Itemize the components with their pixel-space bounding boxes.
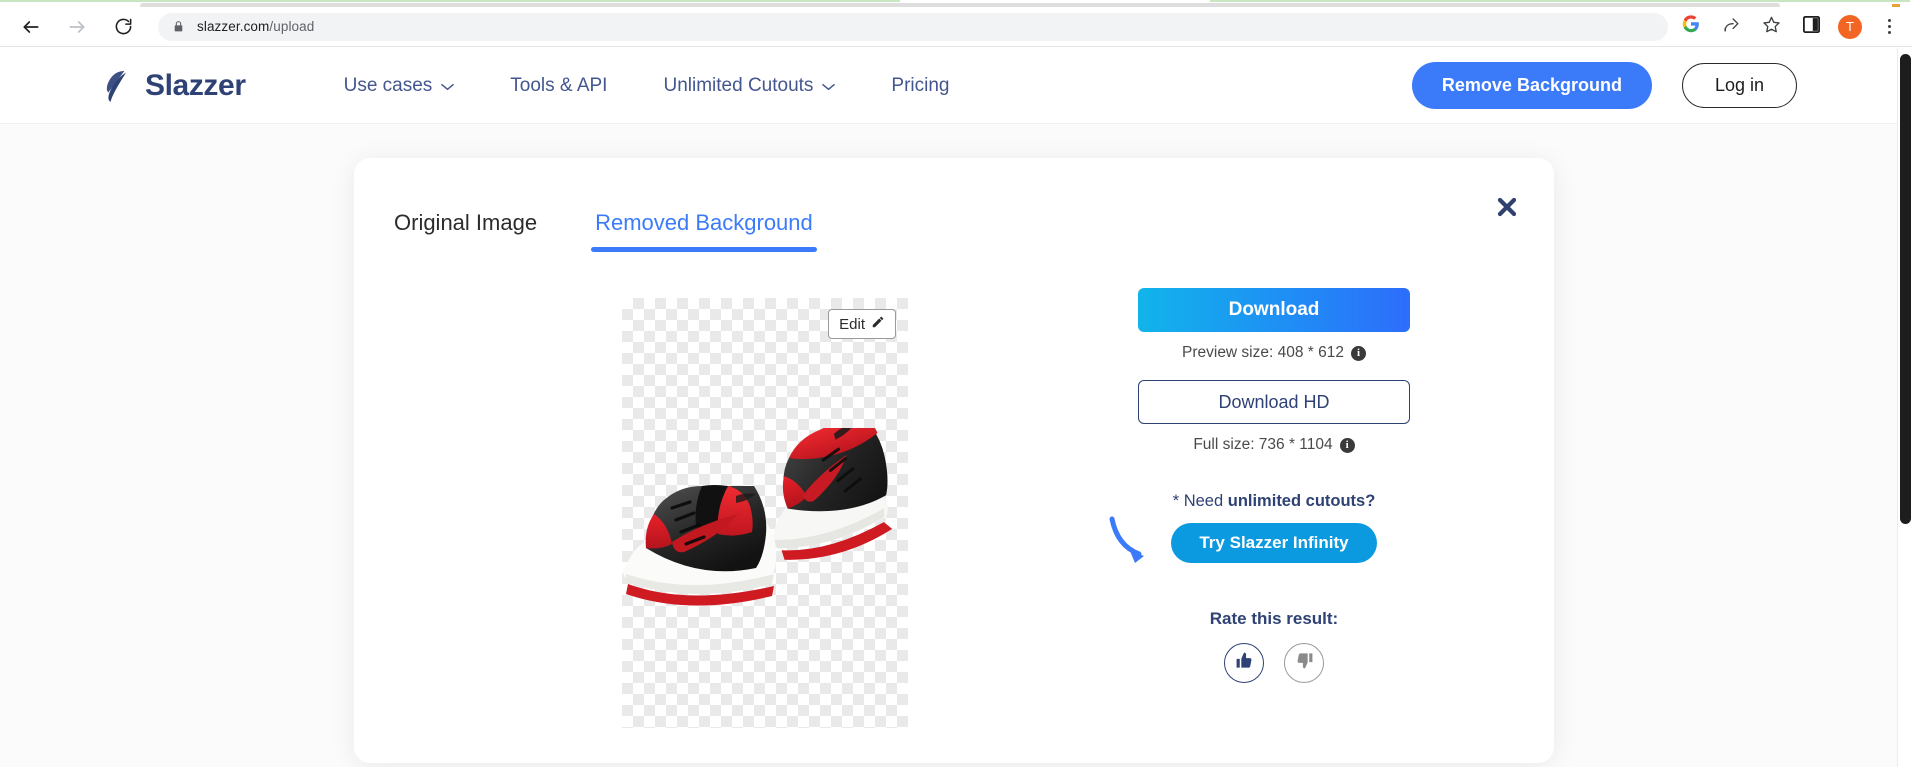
info-icon[interactable]: i bbox=[1350, 345, 1366, 361]
edit-button-label: Edit bbox=[839, 315, 865, 333]
need-bold-label: unlimited cutouts? bbox=[1227, 492, 1376, 510]
nav-label: Tools & API bbox=[510, 74, 608, 96]
address-bar-url: slazzer.com/upload bbox=[197, 19, 314, 34]
full-size-label: Full size: 736 * 1104 bbox=[1193, 436, 1333, 453]
pencil-icon bbox=[871, 315, 885, 333]
tab-strip-accent-mid bbox=[905, 0, 1205, 2]
action-panel: Download Preview size: 408 * 612 i Downl… bbox=[1064, 288, 1484, 683]
reload-icon bbox=[114, 17, 133, 36]
side-panel-icon bbox=[1802, 15, 1820, 38]
nav-item-use-cases[interactable]: Use cases bbox=[316, 75, 483, 97]
chevron-down-icon bbox=[441, 75, 455, 97]
scrollbar-thumb[interactable] bbox=[1900, 54, 1911, 524]
arrow-right-icon bbox=[67, 17, 87, 37]
thumbs-up-icon bbox=[1235, 651, 1254, 675]
star-icon bbox=[1762, 15, 1781, 39]
slazzer-logo-icon bbox=[96, 66, 136, 106]
close-button[interactable] bbox=[1492, 194, 1522, 224]
rate-buttons bbox=[1064, 643, 1484, 683]
nav-label: Pricing bbox=[891, 74, 950, 96]
thumbs-down-button[interactable] bbox=[1284, 643, 1324, 683]
preview-size-info: Preview size: 408 * 612 i bbox=[1064, 344, 1484, 362]
tab-strip-accent-right bbox=[1210, 0, 1910, 2]
preview-size-label: Preview size: 408 * 612 bbox=[1182, 344, 1344, 361]
google-account-button[interactable] bbox=[1678, 14, 1704, 40]
download-hd-button[interactable]: Download HD bbox=[1138, 380, 1410, 424]
page-viewport: Slazzer Use cases Tools & API Unlimited … bbox=[0, 48, 1912, 767]
brand-name: Slazzer bbox=[145, 68, 246, 102]
rate-result-title: Rate this result: bbox=[1209, 609, 1339, 628]
download-button[interactable]: Download bbox=[1138, 288, 1410, 332]
address-bar[interactable]: slazzer.com/upload bbox=[158, 12, 1668, 41]
page-scrollbar[interactable] bbox=[1897, 48, 1912, 767]
lock-icon bbox=[172, 19, 185, 34]
site-header: Slazzer Use cases Tools & API Unlimited … bbox=[0, 48, 1897, 124]
share-button[interactable] bbox=[1718, 14, 1744, 40]
result-card: Original Image Removed Background Edit D… bbox=[354, 158, 1554, 763]
nav-item-pricing[interactable]: Pricing bbox=[863, 75, 977, 97]
full-size-info: Full size: 736 * 1104 i bbox=[1064, 436, 1484, 454]
remove-background-button[interactable]: Remove Background bbox=[1411, 62, 1652, 109]
nav-item-tools-api[interactable]: Tools & API bbox=[482, 75, 635, 97]
login-button[interactable]: Log in bbox=[1681, 63, 1797, 108]
thumbs-up-button[interactable] bbox=[1224, 643, 1264, 683]
main-nav: Use cases Tools & API Unlimited Cutouts … bbox=[316, 75, 978, 97]
nav-label: Unlimited Cutouts bbox=[663, 74, 814, 96]
result-tabs: Original Image Removed Background bbox=[390, 210, 817, 252]
url-host: slazzer.com bbox=[197, 19, 270, 34]
brand-logo-link[interactable]: Slazzer bbox=[96, 66, 246, 106]
browser-menu-button[interactable] bbox=[1876, 14, 1902, 40]
browser-tab-strip bbox=[0, 0, 1912, 7]
unlimited-cutouts-prompt: * Need unlimited cutouts? bbox=[1064, 492, 1484, 511]
arrow-left-icon bbox=[21, 17, 41, 37]
side-panel-button[interactable] bbox=[1798, 14, 1824, 40]
google-icon bbox=[1682, 15, 1700, 38]
forward-button[interactable] bbox=[60, 10, 94, 44]
three-dot-menu-icon bbox=[1879, 19, 1899, 34]
need-prefix-label: * Need bbox=[1172, 492, 1228, 510]
tab-label: Original Image bbox=[394, 210, 538, 235]
curved-arrow-icon bbox=[1106, 513, 1152, 570]
nav-item-unlimited-cutouts[interactable]: Unlimited Cutouts bbox=[635, 75, 863, 97]
back-button[interactable] bbox=[14, 10, 48, 44]
tab-active-indicator bbox=[591, 247, 817, 252]
avatar[interactable]: T bbox=[1838, 14, 1862, 39]
tab-original-image[interactable]: Original Image bbox=[390, 210, 541, 252]
infinity-row: Try Slazzer Infinity bbox=[1064, 516, 1484, 563]
tab-removed-background[interactable]: Removed Background bbox=[591, 210, 817, 252]
tab-strip-accent-left bbox=[0, 0, 900, 2]
sneakers-image bbox=[623, 428, 893, 606]
toolbar-actions: T bbox=[1678, 14, 1902, 40]
chevron-down-icon bbox=[822, 75, 836, 97]
nav-label: Use cases bbox=[343, 74, 433, 96]
header-actions: Remove Background Log in bbox=[1411, 62, 1797, 109]
try-slazzer-infinity-button[interactable]: Try Slazzer Infinity bbox=[1171, 523, 1377, 563]
info-icon[interactable]: i bbox=[1339, 437, 1355, 453]
thumbs-down-icon bbox=[1295, 651, 1314, 675]
browser-toolbar: slazzer.com/upload T bbox=[0, 7, 1912, 47]
bookmark-button[interactable] bbox=[1758, 14, 1784, 40]
edit-button[interactable]: Edit bbox=[828, 309, 896, 339]
image-preview: Edit bbox=[622, 298, 908, 728]
reload-button[interactable] bbox=[106, 10, 140, 44]
url-path: /upload bbox=[269, 19, 315, 34]
share-icon bbox=[1722, 15, 1741, 39]
close-icon bbox=[1495, 195, 1519, 224]
tab-label: Removed Background bbox=[595, 210, 813, 235]
